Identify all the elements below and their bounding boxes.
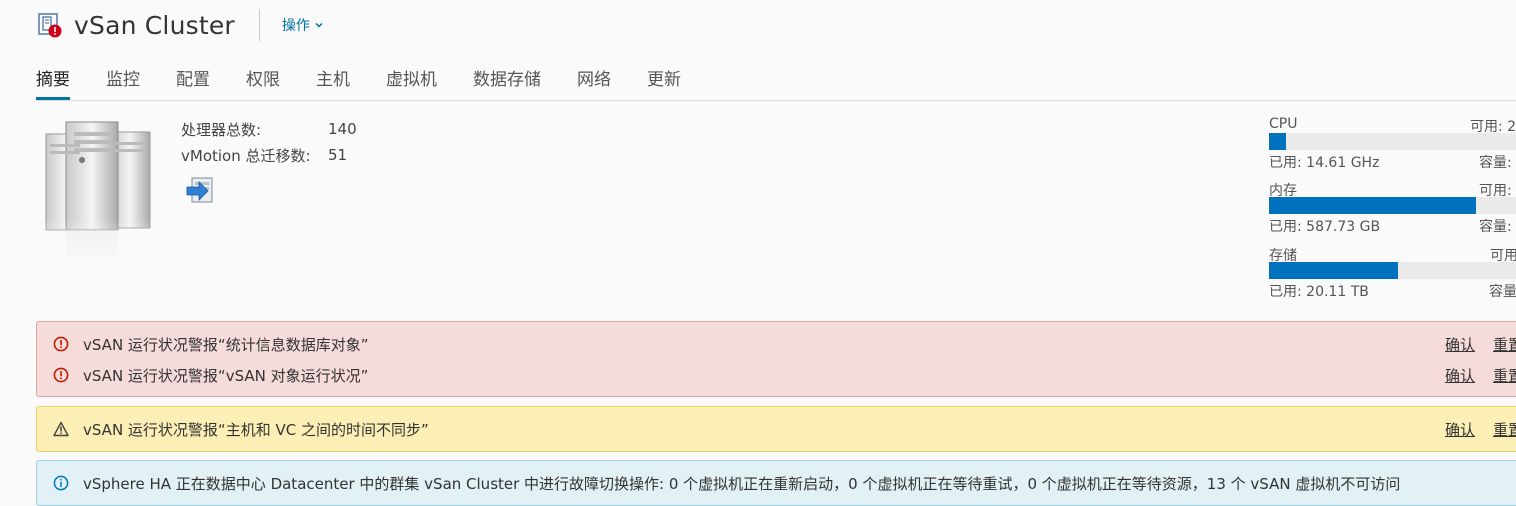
- error-circle-icon: [53, 367, 69, 383]
- cluster-error-icon: [36, 11, 64, 39]
- tab-datastores[interactable]: 数据存储: [473, 62, 541, 100]
- alarm-text: vSAN 运行状况警报“统计信息数据库对象”: [83, 335, 369, 354]
- alarm-item: vSphere HA 正在数据中心 Datacenter 中的群集 vSan C…: [37, 472, 1516, 494]
- cpu-usage-fill: [1269, 133, 1286, 150]
- storage-capacity: 容量: [1489, 284, 1516, 300]
- storage-resource: 存储 可用 已用: 20.11 TB 容量: [1269, 245, 1516, 300]
- cpu-usage-bar: [1269, 133, 1516, 150]
- tab-networks[interactable]: 网络: [577, 62, 611, 100]
- tab-hosts[interactable]: 主机: [316, 62, 350, 100]
- cluster-summary-info: 处理器总数: 140 vMotion 总迁移数: 51: [181, 116, 357, 168]
- storage-used: 已用: 20.11 TB: [1269, 284, 1369, 300]
- memory-capacity: 容量:: [1479, 219, 1512, 235]
- vmotion-value: 51: [328, 146, 348, 164]
- vm-migrate-icon[interactable]: [184, 175, 216, 207]
- cpu-total-value: 140: [328, 120, 357, 138]
- cpu-resource: CPU 可用: 2 已用: 14.61 GHz 容量:: [1269, 116, 1516, 171]
- tab-permissions[interactable]: 权限: [246, 62, 280, 100]
- tab-configure[interactable]: 配置: [176, 62, 210, 100]
- acknowledge-link[interactable]: 确认: [1445, 365, 1475, 386]
- alarm-banner-warning: vSAN 运行状况警报“主机和 VC 之间的时间不同步” 确认 重置: [36, 406, 1516, 452]
- cluster-servers-image: [44, 118, 156, 268]
- vmotion-label: vMotion 总迁移数:: [181, 146, 311, 165]
- memory-usage-bar: [1269, 197, 1516, 214]
- storage-usage-bar: [1269, 262, 1516, 279]
- storage-usage-fill: [1269, 262, 1398, 279]
- alarm-item: vSAN 运行状况警报“主机和 VC 之间的时间不同步” 确认 重置: [37, 418, 1516, 440]
- memory-usage-fill: [1269, 197, 1477, 214]
- alarm-item: vSAN 运行状况警报“统计信息数据库对象” 确认 重置: [37, 333, 1516, 355]
- page-title: vSan Cluster: [74, 10, 235, 40]
- reset-link[interactable]: 重置: [1493, 334, 1516, 355]
- header-divider: [258, 9, 260, 41]
- page-header: vSan Cluster 操作: [36, 8, 324, 42]
- reset-link[interactable]: 重置: [1493, 419, 1516, 440]
- alarm-text: vSAN 运行状况警报“主机和 VC 之间的时间不同步”: [83, 420, 429, 439]
- memory-used: 已用: 587.73 GB: [1269, 219, 1381, 235]
- alarm-banner-danger: vSAN 运行状况警报“统计信息数据库对象” 确认 重置 vSAN 运行状况警报…: [36, 321, 1516, 397]
- tab-bar: 摘要 监控 配置 权限 主机 虚拟机 数据存储 网络 更新: [36, 62, 717, 100]
- tab-divider: [36, 100, 1516, 101]
- tab-updates[interactable]: 更新: [647, 62, 681, 100]
- cpu-resource-label: CPU: [1269, 116, 1298, 132]
- tab-monitor[interactable]: 监控: [106, 62, 140, 100]
- warning-triangle-icon: [53, 421, 69, 437]
- acknowledge-link[interactable]: 确认: [1445, 334, 1475, 355]
- tab-vms[interactable]: 虚拟机: [386, 62, 437, 100]
- actions-label: 操作: [281, 18, 310, 34]
- chevron-down-icon: [315, 22, 323, 28]
- alarm-banner-info: vSphere HA 正在数据中心 Datacenter 中的群集 vSan C…: [36, 460, 1516, 506]
- tab-summary[interactable]: 摘要: [36, 62, 70, 100]
- alarm-text: vSAN 运行状况警报“vSAN 对象运行状况”: [83, 366, 369, 385]
- cpu-total-label: 处理器总数:: [181, 120, 262, 139]
- alarm-item: vSAN 运行状况警报“vSAN 对象运行状况” 确认 重置: [37, 364, 1516, 386]
- memory-resource: 内存 可用: 已用: 587.73 GB 容量:: [1269, 180, 1516, 235]
- reset-link[interactable]: 重置: [1493, 365, 1516, 386]
- actions-menu-button[interactable]: 操作: [282, 15, 324, 35]
- cpu-capacity: 容量:: [1479, 155, 1512, 171]
- error-circle-icon: [53, 336, 69, 352]
- alarm-text: vSphere HA 正在数据中心 Datacenter 中的群集 vSan C…: [83, 474, 1401, 493]
- acknowledge-link[interactable]: 确认: [1445, 419, 1475, 440]
- cpu-used: 已用: 14.61 GHz: [1269, 155, 1380, 171]
- info-circle-icon: [53, 475, 69, 491]
